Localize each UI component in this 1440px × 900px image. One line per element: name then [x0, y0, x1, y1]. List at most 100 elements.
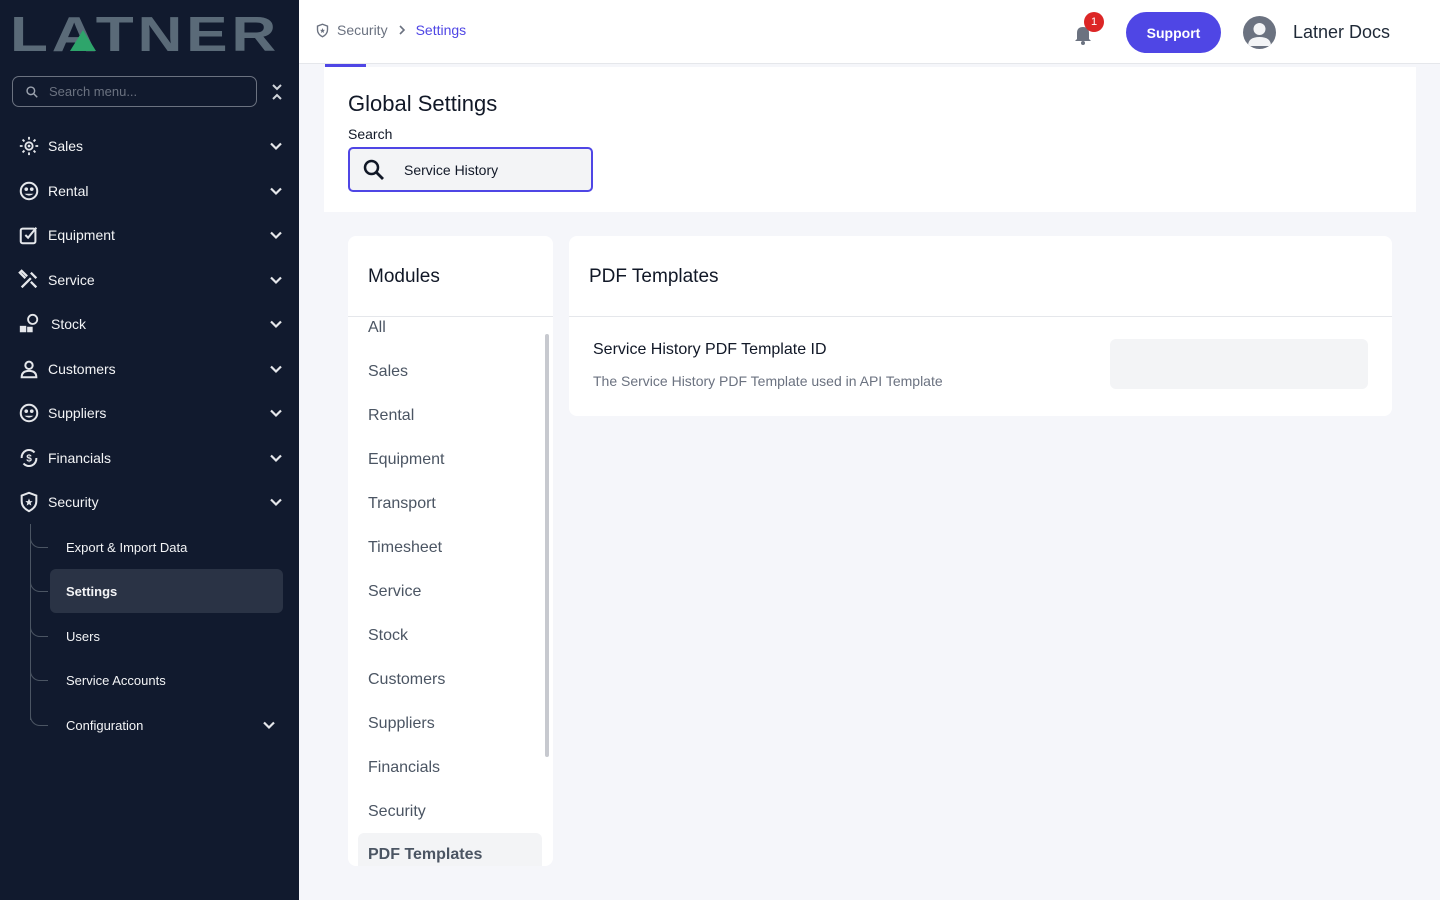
equipment-icon: [18, 224, 40, 246]
sidebar-subitem-label: Settings: [66, 583, 118, 599]
sidebar-item-label: Equipment: [48, 227, 115, 243]
chevron-down-icon: [270, 187, 282, 196]
pdf-templates-panel: PDF Templates Service History PDF Templa…: [569, 236, 1392, 416]
sidebar-subitem-users[interactable]: Users: [50, 614, 283, 658]
sidebar-item-service[interactable]: Service: [18, 260, 286, 300]
module-list-scrollbar[interactable]: [545, 334, 549, 757]
user-icon: [1248, 23, 1271, 46]
tree-branch: [30, 704, 48, 726]
module-item-suppliers[interactable]: Suppliers: [368, 715, 435, 733]
tree-branch: [30, 570, 48, 592]
chevron-down-icon: [270, 231, 282, 240]
sidebar-item-label: Financials: [48, 450, 112, 466]
setting-description: The Service History PDF Template used in…: [593, 373, 943, 389]
notification-badge: 1: [1084, 12, 1104, 32]
sidebar-item-suppliers[interactable]: Suppliers: [18, 393, 286, 433]
divider: [569, 316, 1392, 317]
breadcrumb-parent[interactable]: Security: [337, 22, 388, 38]
service-icon: [18, 269, 40, 291]
menu-search-input[interactable]: Search menu...: [12, 76, 257, 107]
sales-icon: [18, 135, 40, 157]
sidebar-item-security[interactable]: Security: [18, 482, 286, 522]
chevron-down-icon: [270, 454, 282, 463]
chevron-down-icon: [270, 142, 282, 151]
sidebar-item-label: Sales: [48, 138, 84, 154]
module-item-transport[interactable]: Transport: [368, 495, 436, 513]
chevron-right-icon: [399, 25, 405, 35]
search-label: Search: [348, 126, 393, 142]
sidebar-item-label: Suppliers: [48, 405, 107, 421]
shield-icon: [316, 23, 329, 38]
page-title: Global Settings: [348, 91, 498, 116]
stock-icon: [18, 313, 40, 335]
sidebar-item-label: Rental: [48, 183, 89, 199]
sidebar-subitem-export-import[interactable]: Export & Import Data: [50, 525, 283, 569]
module-item-all[interactable]: All: [368, 319, 386, 337]
module-item-sales[interactable]: Sales: [368, 363, 408, 381]
suppliers-icon: [18, 402, 40, 424]
tree-branch: [30, 615, 48, 637]
settings-search-input[interactable]: [404, 161, 584, 178]
sidebar-item-financials[interactable]: $ Financials: [18, 438, 286, 478]
avatar[interactable]: [1243, 16, 1276, 49]
module-item-equipment[interactable]: Equipment: [368, 451, 445, 469]
top-header: Security Settings 1 Support Latner Docs: [299, 0, 1440, 64]
chevron-down-icon: [270, 365, 282, 374]
module-item-security[interactable]: Security: [368, 803, 426, 821]
sidebar-item-label: Stock: [51, 316, 87, 332]
settings-header-panel: Global Settings Search: [324, 67, 1416, 212]
section-title: PDF Templates: [589, 266, 719, 287]
sidebar-subitem-label: Export & Import Data: [66, 539, 188, 555]
module-item-timesheet[interactable]: Timesheet: [368, 539, 442, 557]
chevron-down-icon: [270, 409, 282, 418]
module-list[interactable]: All Sales Rental Equipment Transport Tim…: [348, 317, 553, 866]
sidebar-item-label: Customers: [48, 361, 116, 377]
module-item-pdf-templates[interactable]: PDF Templates: [358, 833, 542, 866]
module-item-financials[interactable]: Financials: [368, 759, 440, 777]
sidebar-item-label: Service: [48, 272, 95, 288]
sidebar-item-label: Security: [48, 494, 99, 510]
sidebar-subitem-service-accounts[interactable]: Service Accounts: [50, 658, 283, 702]
module-item-stock[interactable]: Stock: [368, 627, 408, 645]
sidebar-subitem-label: Configuration: [66, 717, 144, 733]
modules-title: Modules: [368, 266, 440, 287]
sidebar-subitem-settings[interactable]: Settings: [50, 569, 283, 613]
collapse-icon: [272, 84, 282, 100]
chevron-down-icon: [263, 721, 275, 730]
chevron-down-icon: [270, 276, 282, 285]
tree-branch: [30, 659, 48, 681]
sidebar-item-rental[interactable]: Rental: [18, 171, 286, 211]
shield-icon: [18, 491, 40, 513]
module-item-rental[interactable]: Rental: [368, 407, 414, 425]
module-item-customers[interactable]: Customers: [368, 671, 445, 689]
sidebar-subitem-label: Users: [66, 628, 100, 644]
support-button[interactable]: Support: [1126, 12, 1221, 53]
customers-icon: [18, 358, 40, 380]
menu-search-placeholder: Search menu...: [49, 84, 138, 99]
module-item-service[interactable]: Service: [368, 583, 421, 601]
latner-logo[interactable]: LATNER: [10, 10, 280, 56]
search-icon: [26, 85, 38, 98]
pdf-template-id-input[interactable]: [1110, 339, 1368, 389]
sidebar-item-customers[interactable]: Customers: [18, 349, 286, 389]
sidebar: LATNER Search menu... Sales Rental Equip…: [0, 0, 299, 900]
chevron-down-icon: [270, 320, 282, 329]
financials-icon: $: [18, 447, 40, 469]
setting-name: Service History PDF Template ID: [593, 341, 827, 358]
breadcrumb: Security Settings: [315, 22, 466, 38]
svg-text:LATNER: LATNER: [10, 10, 280, 56]
breadcrumb-current[interactable]: Settings: [416, 22, 467, 38]
rental-icon: [18, 180, 40, 202]
settings-search-field[interactable]: [348, 147, 593, 192]
sidebar-subitem-configuration[interactable]: Configuration: [50, 703, 283, 747]
sidebar-item-sales[interactable]: Sales: [18, 126, 286, 166]
svg-text:$: $: [26, 454, 32, 465]
tree-branch: [30, 526, 48, 548]
chevron-down-icon: [270, 498, 282, 507]
collapse-sidebar-button[interactable]: [268, 82, 286, 102]
sidebar-item-stock[interactable]: Stock: [18, 304, 286, 344]
sidebar-item-equipment[interactable]: Equipment: [18, 215, 286, 255]
sidebar-subitem-label: Service Accounts: [66, 672, 166, 688]
user-name[interactable]: Latner Docs: [1293, 22, 1390, 43]
search-icon: [363, 159, 384, 180]
